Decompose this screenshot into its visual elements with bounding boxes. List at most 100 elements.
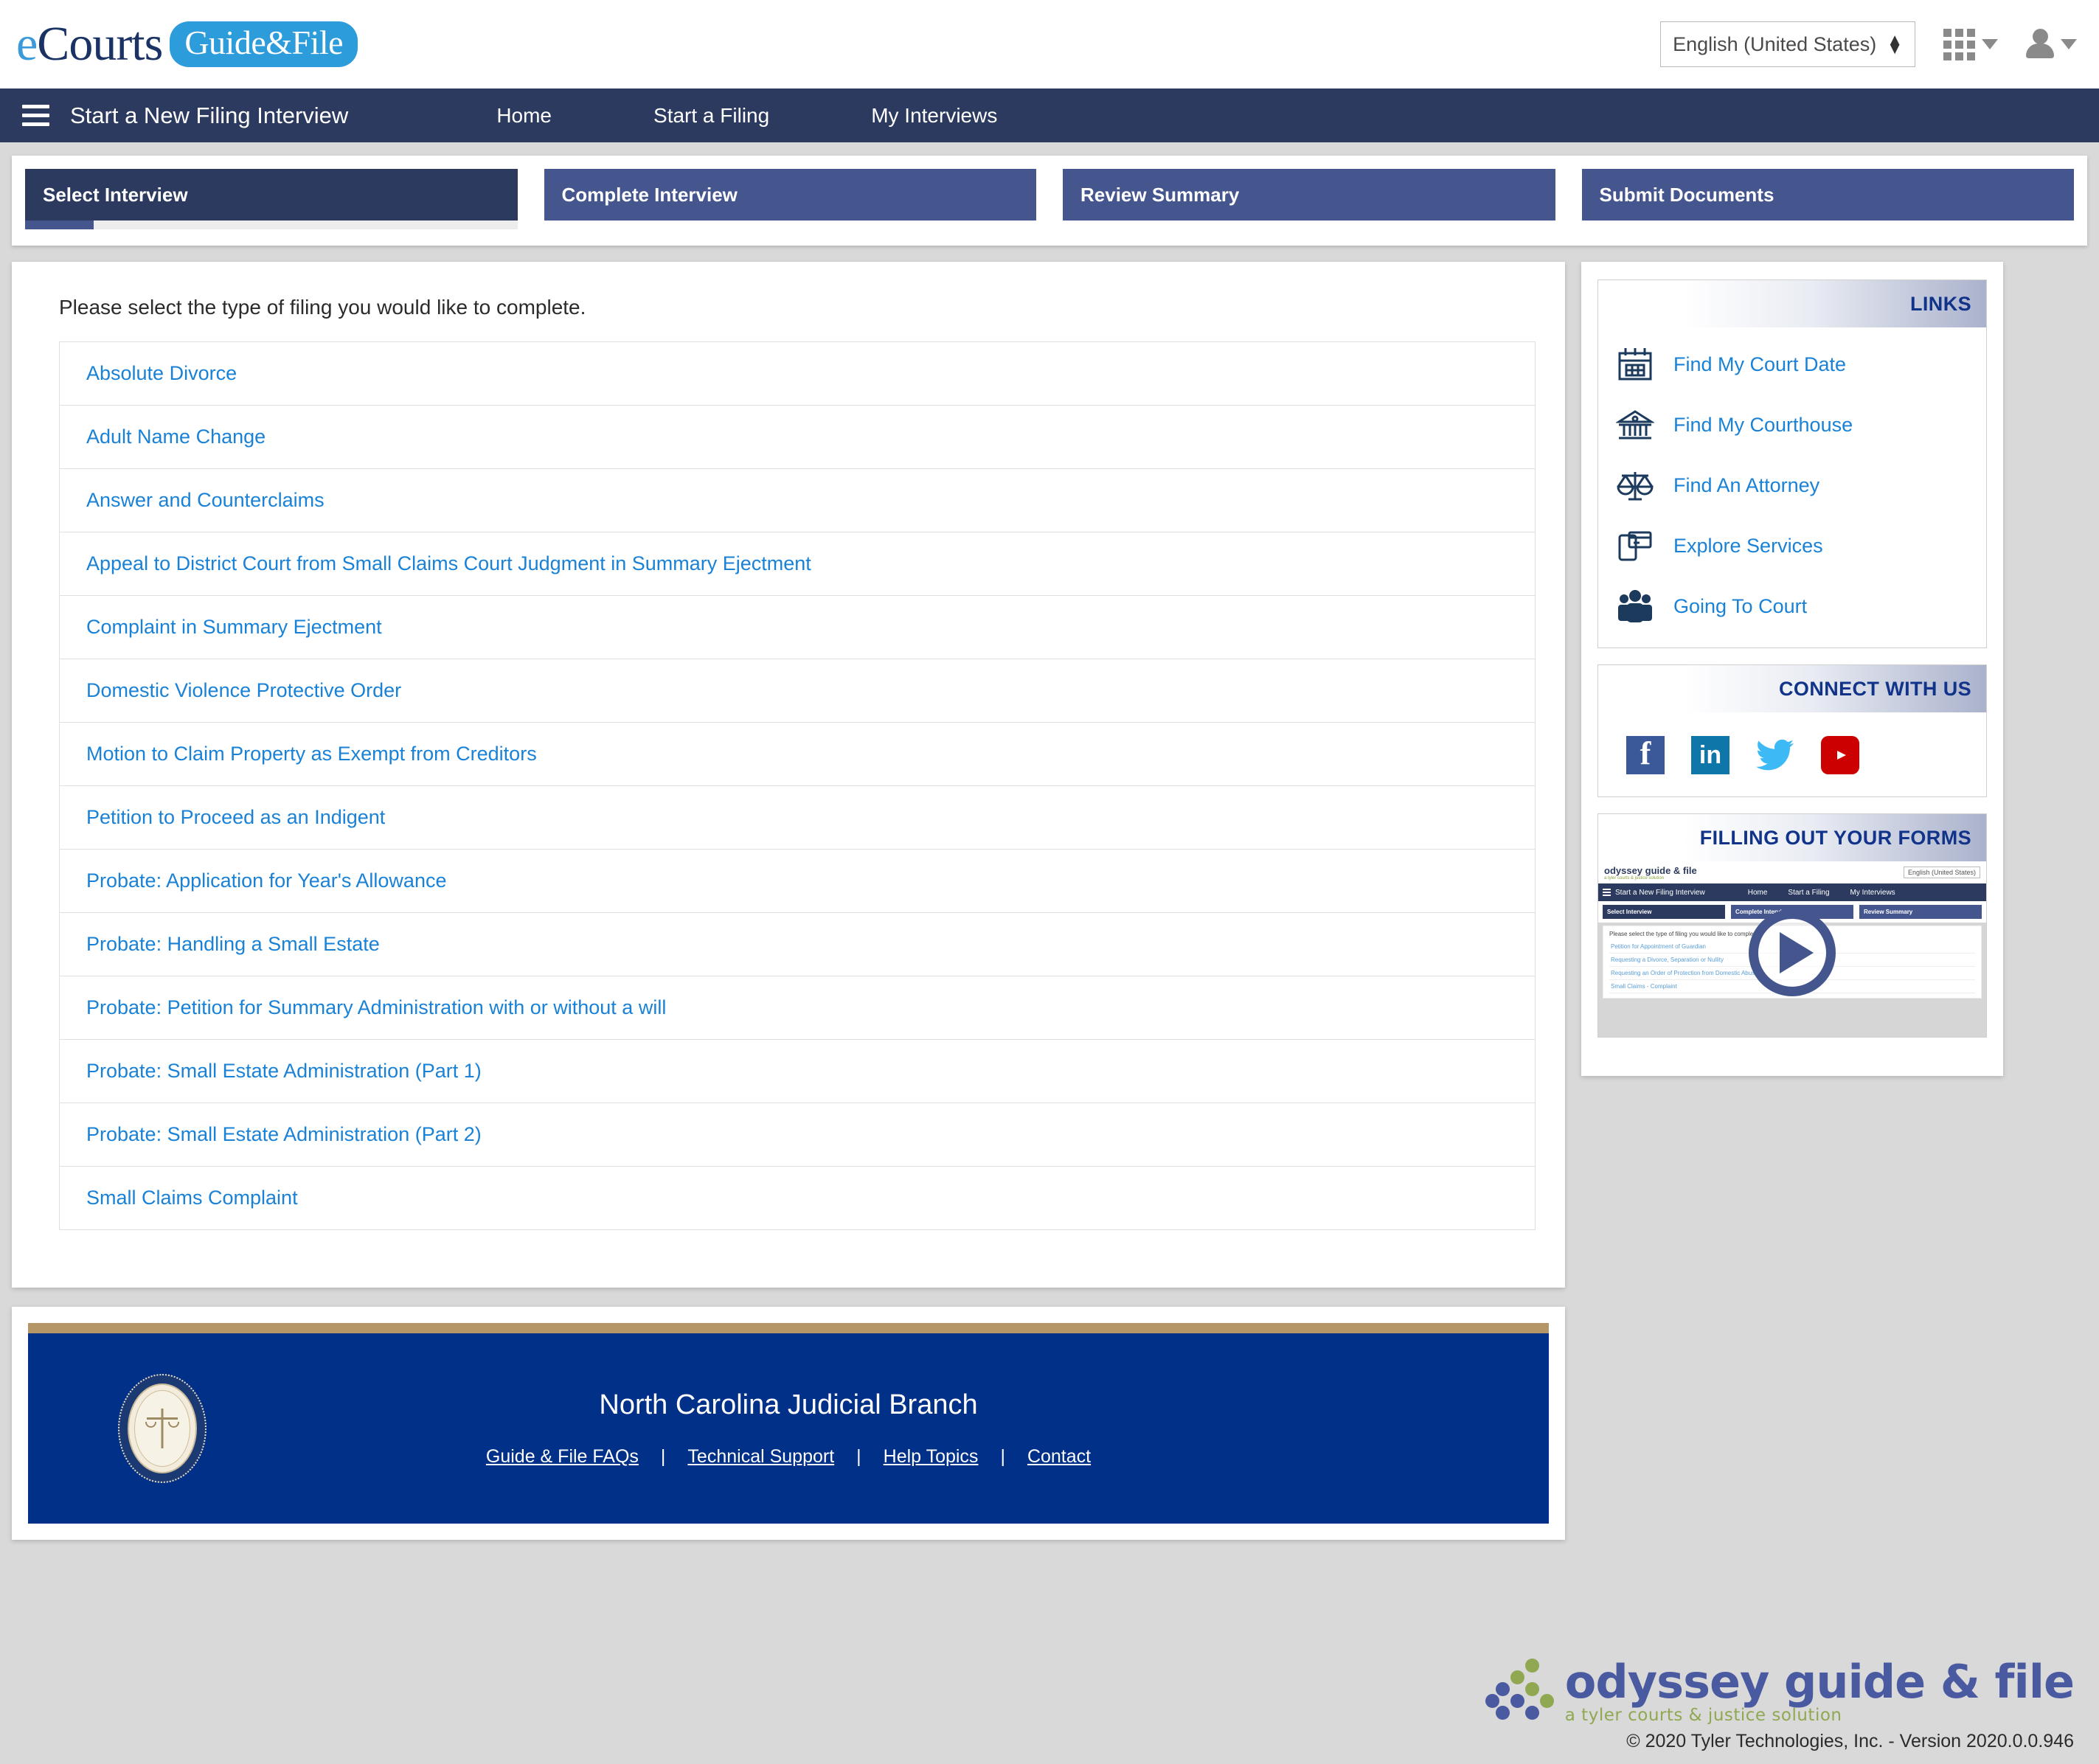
thumb-nav-link: My Interviews [1850, 888, 1895, 897]
nav-link-my-interviews[interactable]: My Interviews [844, 104, 1024, 128]
thumb-step-tab: Review Summary [1859, 905, 1982, 919]
sidebar-link-label[interactable]: Explore Services [1673, 535, 1823, 558]
footer-gold-rule [28, 1323, 1549, 1333]
step-tab-review-summary[interactable]: Review Summary [1063, 169, 1555, 229]
list-item[interactable]: Appeal to District Court from Small Clai… [60, 532, 1535, 596]
list-item[interactable]: Small Claims Complaint [60, 1167, 1535, 1230]
odyssey-logo: odyssey guide & file a tyler courts & ju… [1485, 1655, 2075, 1725]
nav-link-home[interactable]: Home [470, 104, 578, 128]
footer-links: Guide & File FAQs | Technical Support | … [486, 1446, 1091, 1468]
sidebar-link-find-my-courthouse[interactable]: Find My Courthouse [1614, 404, 1970, 445]
video-panel-title: FILLING OUT YOUR FORMS [1699, 826, 1971, 849]
links-panel: LINKS Find My Court Date Find My Courtho… [1597, 279, 1987, 648]
thumb-step-tab: Select Interview [1603, 905, 1725, 919]
step-tab-select-interview[interactable]: Select Interview [25, 169, 518, 229]
filing-link[interactable]: Probate: Petition for Summary Administra… [86, 996, 666, 1019]
list-item[interactable]: Petition to Proceed as an Indigent [60, 786, 1535, 850]
filing-link[interactable]: Probate: Handling a Small Estate [86, 933, 380, 956]
list-item[interactable]: Motion to Claim Property as Exempt from … [60, 723, 1535, 786]
step-progress-bar: Select Interview Complete Interview Revi… [12, 156, 2087, 246]
footer-link-faqs[interactable]: Guide & File FAQs [486, 1446, 639, 1468]
copyright-version-text: © 2020 Tyler Technologies, Inc. - Versio… [1626, 1731, 2074, 1751]
links-panel-title: LINKS [1910, 292, 1971, 315]
facebook-icon[interactable]: f [1626, 736, 1665, 774]
sidebar-link-explore-services[interactable]: Explore Services [1614, 525, 1970, 566]
video-panel-body: odyssey guide & file a tyler courts & ju… [1598, 861, 1986, 1037]
brand-bar-actions: English (United States) ▲ ▼ [1660, 21, 2077, 67]
list-item[interactable]: Domestic Violence Protective Order [60, 659, 1535, 723]
connect-panel-body: f in [1598, 712, 1986, 796]
nc-judicial-seal-icon [118, 1374, 207, 1483]
step-tab-label: Review Summary [1080, 183, 1240, 206]
user-account-button[interactable] [2026, 29, 2077, 60]
logo-e-letter: e [16, 17, 38, 71]
filing-link[interactable]: Domestic Violence Protective Order [86, 679, 401, 702]
list-item[interactable]: Probate: Handling a Small Estate [60, 913, 1535, 976]
language-select[interactable]: English (United States) ▲ ▼ [1660, 21, 1915, 67]
nav-link-start-a-filing[interactable]: Start a Filing [627, 104, 796, 128]
thumb-nav-title: Start a New Filing Interview [1615, 888, 1705, 897]
sidebar-link-label[interactable]: Find An Attorney [1673, 474, 1819, 497]
filing-link[interactable]: Motion to Claim Property as Exempt from … [86, 743, 537, 765]
filing-link[interactable]: Absolute Divorce [86, 362, 237, 385]
filing-link[interactable]: Probate: Small Estate Administration (Pa… [86, 1123, 482, 1146]
list-item[interactable]: Complaint in Summary Ejectment [60, 596, 1535, 659]
apps-grid-button[interactable] [1943, 28, 1998, 60]
scales-of-justice-icon [1614, 465, 1656, 506]
linkedin-icon[interactable]: in [1691, 736, 1729, 774]
brand-bar: eCourts Guide&File English (United State… [0, 0, 2099, 88]
filing-link[interactable]: Probate: Application for Year's Allowanc… [86, 869, 446, 892]
filing-link[interactable]: Answer and Counterclaims [86, 489, 325, 512]
twitter-icon[interactable] [1756, 736, 1794, 774]
filing-link[interactable]: Complaint in Summary Ejectment [86, 616, 382, 639]
sidebar-link-label[interactable]: Find My Court Date [1673, 353, 1846, 376]
hamburger-menu-icon[interactable] [22, 105, 49, 126]
links-panel-header: LINKS [1598, 280, 1986, 327]
main-navbar: Start a New Filing Interview Home Start … [0, 88, 2099, 142]
selection-prompt: Please select the type of filing you wou… [59, 296, 586, 319]
list-item[interactable]: Absolute Divorce [60, 342, 1535, 406]
chevron-updown-icon: ▲ ▼ [1887, 29, 1903, 58]
services-card-icon [1614, 525, 1656, 566]
footer-separator: | [1000, 1446, 1005, 1467]
calendar-icon [1614, 344, 1656, 385]
navbar-links: Home Start a Filing My Interviews [470, 104, 1072, 128]
list-item[interactable]: Probate: Small Estate Administration (Pa… [60, 1103, 1535, 1167]
social-links-row: f in [1614, 729, 1970, 779]
footer-link-technical-support[interactable]: Technical Support [687, 1446, 834, 1468]
step-tab-complete-interview[interactable]: Complete Interview [544, 169, 1036, 229]
thumb-nav-link: Home [1747, 888, 1768, 897]
list-item[interactable]: Probate: Small Estate Administration (Pa… [60, 1040, 1535, 1103]
sidebar-link-label[interactable]: Find My Courthouse [1673, 414, 1853, 437]
filing-link[interactable]: Small Claims Complaint [86, 1187, 298, 1209]
video-thumbnail[interactable]: odyssey guide & file a tyler courts & ju… [1598, 861, 1986, 1037]
sidebar-link-find-my-court-date[interactable]: Find My Court Date [1614, 344, 1970, 385]
step-progress-fill [25, 220, 94, 229]
footer-separator: | [660, 1446, 666, 1467]
user-account-icon [2026, 29, 2054, 60]
logo-courts-word: Courts [37, 17, 163, 71]
connect-with-us-panel: CONNECT WITH US f in [1597, 664, 1987, 797]
footer-link-help-topics[interactable]: Help Topics [884, 1446, 979, 1468]
footer-link-contact[interactable]: Contact [1027, 1446, 1091, 1468]
filing-link[interactable]: Petition to Proceed as an Indigent [86, 806, 385, 829]
list-item[interactable]: Probate: Petition for Summary Administra… [60, 976, 1535, 1040]
list-item[interactable]: Adult Name Change [60, 406, 1535, 469]
filing-link[interactable]: Probate: Small Estate Administration (Pa… [86, 1060, 482, 1083]
youtube-icon[interactable] [1821, 736, 1859, 774]
ecourts-guide-and-file-logo[interactable]: eCourts Guide&File [16, 20, 358, 69]
thumb-language-box: English (United States) [1903, 867, 1980, 878]
video-panel-header: FILLING OUT YOUR FORMS [1598, 814, 1986, 861]
filing-link[interactable]: Adult Name Change [86, 426, 266, 448]
sidebar-link-going-to-court[interactable]: Going To Court [1614, 586, 1970, 627]
sidebar-link-label[interactable]: Going To Court [1673, 595, 1807, 618]
step-progress-track [25, 220, 518, 229]
thumb-brand-bar: odyssey guide & file a tyler courts & ju… [1598, 861, 1986, 883]
step-tab-submit-documents[interactable]: Submit Documents [1581, 169, 2074, 229]
list-item[interactable]: Probate: Application for Year's Allowanc… [60, 850, 1535, 913]
filing-link[interactable]: Appeal to District Court from Small Clai… [86, 552, 811, 575]
odyssey-logo-text: odyssey guide & file [1564, 1655, 2075, 1709]
play-button-icon[interactable] [1749, 909, 1836, 996]
sidebar-link-find-an-attorney[interactable]: Find An Attorney [1614, 465, 1970, 506]
list-item[interactable]: Answer and Counterclaims [60, 469, 1535, 532]
